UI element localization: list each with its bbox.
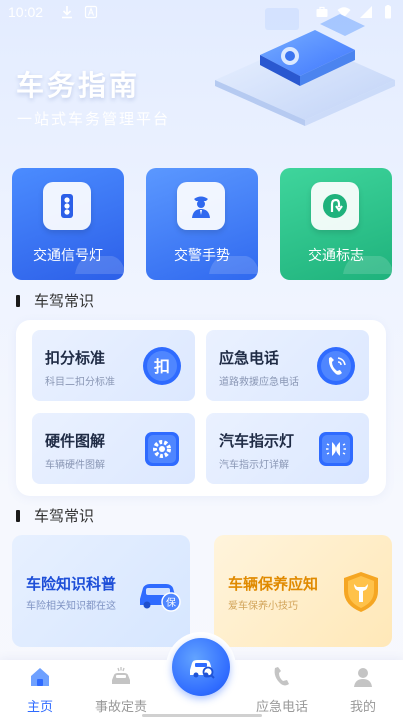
section-header: 车驾常识 (16, 505, 94, 526)
tile-label: 交警手势 (174, 247, 230, 263)
card-title: 车险知识科普 (26, 576, 117, 593)
font-a-icon (84, 5, 98, 19)
tile-traffic-sign[interactable]: 交通标志 (280, 168, 392, 280)
svg-text:保: 保 (166, 596, 176, 609)
page-subtitle: 一站式车务管理平台 (17, 111, 171, 128)
phone-call-icon (317, 347, 355, 385)
download-icon (62, 6, 72, 19)
traffic-light-icon (61, 194, 73, 218)
item-title: 扣分标准 (45, 350, 106, 367)
feature-tiles: 交通信号灯 交警手势 交通标志 (12, 168, 392, 280)
car-device-illustration (215, 8, 395, 126)
item-emergency-phone[interactable]: 应急电话 道路救援应急电话 (206, 330, 369, 401)
insured-car-icon: 保 (140, 584, 181, 612)
gear-icon (145, 432, 179, 466)
item-deduct-points[interactable]: 扣分标准 科目二扣分标准 扣 (32, 330, 195, 401)
tab-label: 主页 (26, 699, 53, 714)
home-indicator (141, 714, 262, 717)
section-title: 车驾常识 (34, 293, 95, 310)
item-title: 硬件图解 (45, 433, 106, 450)
knowledge-card: 扣分标准 科目二扣分标准 扣 应急电话 道路救援应急电话 硬件图解 车辆硬件图解… (16, 320, 386, 496)
u-turn-sign-icon (323, 194, 347, 218)
item-title: 汽车指示灯 (219, 433, 295, 450)
tab-home[interactable]: 主页 (5, 660, 75, 718)
user-icon (354, 668, 372, 687)
tab-label: 我的 (349, 699, 376, 714)
tab-label: 应急电话 (255, 699, 308, 714)
tile-label: 交通信号灯 (33, 247, 103, 263)
item-indicator-lights[interactable]: 汽车指示灯 汽车指示灯详解 (206, 413, 369, 484)
tile-label: 交通标志 (308, 247, 364, 263)
wrench-shield-icon (344, 572, 378, 612)
home-icon (31, 668, 49, 686)
card-subtitle: 车险相关知识都在这 (26, 601, 116, 612)
center-car-search-button[interactable] (172, 638, 230, 696)
tile-traffic-light[interactable]: 交通信号灯 (12, 168, 124, 280)
tab-accident[interactable]: 事故定责 (86, 660, 156, 718)
car-accident-icon (112, 667, 130, 684)
item-title: 应急电话 (219, 350, 280, 367)
status-time: 10:02 (8, 4, 44, 20)
deduct-points-icon: 扣 (143, 347, 181, 385)
item-subtitle: 车辆硬件图解 (45, 460, 105, 471)
car-search-icon (190, 660, 215, 679)
item-subtitle: 科目二扣分标准 (45, 377, 115, 388)
item-subtitle: 汽车指示灯详解 (219, 460, 289, 471)
page-title: 车务指南 (16, 70, 141, 101)
phone-icon (274, 667, 289, 686)
item-hardware-diagram[interactable]: 硬件图解 车辆硬件图解 (32, 413, 195, 484)
card-title: 车辆保养应知 (228, 576, 319, 593)
traffic-police-icon (192, 196, 210, 218)
card-insurance[interactable]: 车险知识科普 车险相关知识都在这 保 (12, 535, 190, 647)
tab-mine[interactable]: 我的 (328, 660, 398, 718)
tab-emergency-phone[interactable]: 应急电话 (247, 660, 317, 718)
tile-police-gesture[interactable]: 交警手势 (146, 168, 258, 280)
card-subtitle: 爱车保养小技巧 (228, 601, 298, 612)
svg-text:扣: 扣 (154, 357, 170, 376)
section-header: 车驾常识 (16, 290, 94, 311)
item-subtitle: 道路救援应急电话 (219, 377, 299, 388)
headlight-icon (319, 432, 353, 466)
card-maintenance[interactable]: 车辆保养应知 爱车保养小技巧 (214, 535, 392, 647)
tab-label: 事故定责 (94, 699, 147, 714)
section-title: 车驾常识 (34, 508, 95, 525)
